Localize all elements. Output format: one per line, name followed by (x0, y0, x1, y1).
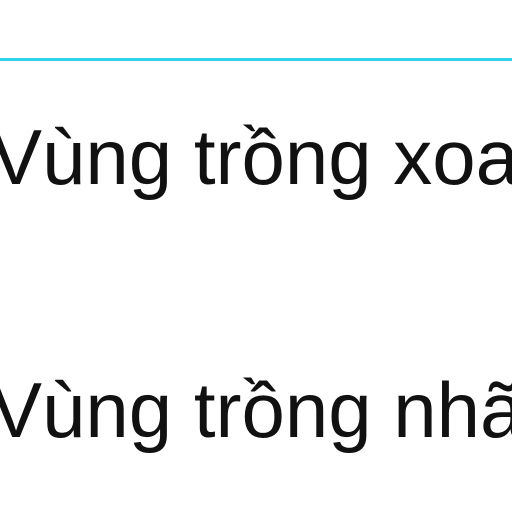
list-viewport: Vùng trồng xoa Vùng trồng nhã (0, 0, 512, 512)
list-item-vung-trong-xoai[interactable]: Vùng trồng xoa (0, 102, 512, 212)
divider-line (0, 58, 512, 61)
list-item-vung-trong-nhan[interactable]: Vùng trồng nhã (0, 355, 512, 465)
